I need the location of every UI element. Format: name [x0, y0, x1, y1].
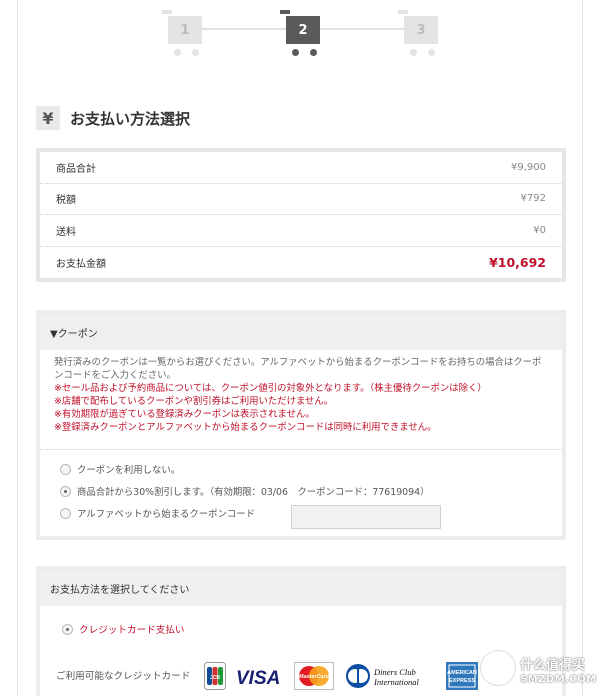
- svg-text:Diners Club: Diners Club: [373, 667, 416, 677]
- coupon-note: ※セール品および予約商品については、クーポン値引の対象外となります。（株主優待ク…: [54, 383, 487, 394]
- page-title: ¥ お支払い方法選択: [36, 104, 190, 132]
- coupon-toggle[interactable]: ▼クーポン: [40, 314, 562, 350]
- payment-option-credit-card[interactable]: クレジットカード支払い: [62, 622, 185, 636]
- coupon-option-none[interactable]: クーポンを利用しない。: [60, 458, 562, 480]
- payment-method-title: お支払方法を選択してください: [40, 570, 562, 606]
- diners-icon: Diners Club International: [344, 662, 436, 690]
- coupon-code-input[interactable]: [291, 505, 441, 529]
- coupon-option-30-percent[interactable]: 商品合計から30%割引します。（有効期限：03/06 クーポンコード：77619…: [60, 480, 562, 502]
- yen-icon: ¥: [36, 106, 60, 130]
- smzdm-watermark: 什么值得买 SMZDM.COM: [480, 648, 596, 694]
- radio-button-selected[interactable]: [60, 485, 71, 497]
- summary-row-total: お支払金額 ¥10,692: [56, 254, 546, 270]
- checkout-steps: 1 2 3: [0, 0, 600, 60]
- coupon-instructions: 発行済みのクーポンは一覧からお選びください。アルファベットから始まるクーポンコー…: [54, 357, 542, 381]
- page-title-text: お支払い方法選択: [70, 109, 191, 128]
- summary-row-tax: 税額 ¥792: [40, 184, 562, 215]
- watermark-logo-icon: [480, 650, 516, 686]
- step-connector: [196, 28, 286, 30]
- mastercard-icon: MasterCard: [294, 662, 334, 690]
- step-2-cart-icon: 2: [280, 8, 320, 56]
- amex-icon: AMERICAN EXPRESS: [446, 662, 478, 690]
- cards-label: ご利用可能なクレジットカード: [56, 671, 191, 682]
- svg-text:International: International: [373, 677, 419, 687]
- step-3-cart-icon: 3: [398, 8, 438, 56]
- order-summary: 商品合計 ¥9,900 税額 ¥792 送料 ¥0 お支払金額 ¥10,692: [36, 148, 566, 282]
- summary-row-subtotal: 商品合計 ¥9,900: [40, 152, 562, 184]
- svg-text:AMERICAN: AMERICAN: [447, 670, 477, 676]
- step-1-cart-icon: 1: [162, 8, 202, 56]
- coupon-note: ※登録済みクーポンとアルファベットから始まるクーポンコードは同時に利用できません…: [54, 422, 437, 433]
- svg-text:MasterCard: MasterCard: [299, 674, 330, 680]
- summary-row-shipping: 送料 ¥0: [40, 215, 562, 247]
- radio-button[interactable]: [60, 507, 71, 519]
- coupon-section: ▼クーポン 発行済みのクーポンは一覧からお選びください。アルファベットから始まる…: [36, 310, 566, 540]
- radio-button[interactable]: [60, 463, 71, 475]
- coupon-note: ※有効期限が過ぎている登録済みクーポンは表示されません。: [54, 409, 315, 420]
- jcb-icon: JCB: [204, 662, 226, 690]
- visa-icon: VISA: [236, 666, 284, 694]
- svg-text:EXPRESS: EXPRESS: [449, 678, 475, 684]
- radio-button-selected[interactable]: [62, 623, 73, 635]
- coupon-note: ※店舗で配布しているクーポンや割引券はご利用いただけません。: [54, 396, 334, 407]
- coupon-info: 発行済みのクーポンは一覧からお選びください。アルファベットから始まるクーポンコー…: [40, 350, 562, 450]
- svg-text:VISA: VISA: [236, 668, 280, 688]
- step-connector: [318, 28, 404, 30]
- svg-text:JCB: JCB: [210, 675, 220, 681]
